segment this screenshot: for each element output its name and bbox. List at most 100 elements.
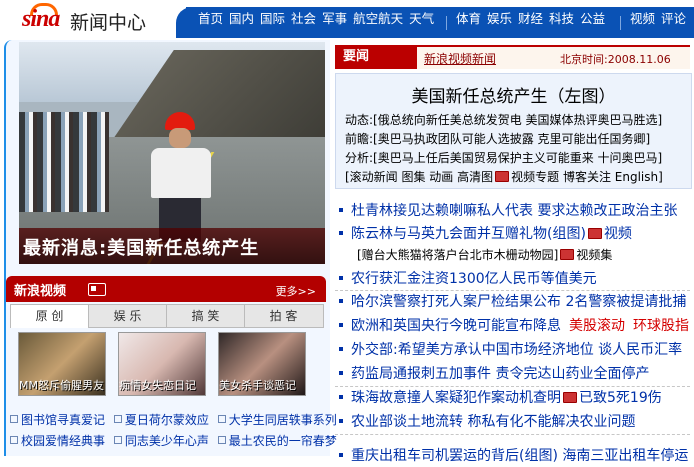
tab-entertainment[interactable]: 娱 乐	[89, 305, 167, 327]
headline-item: 杜青林接见达赖喇嘛私人代表 要求达赖改正政治主张	[335, 200, 690, 222]
nav-item-society[interactable]: 社会	[291, 11, 316, 26]
video-news-link[interactable]: 新浪视频新闻	[424, 50, 496, 67]
bullet-icon	[339, 323, 343, 327]
video-tabs: 原 创 娱 乐 搞 笑 拍 客	[10, 304, 324, 328]
nav-item-aerospace[interactable]: 航空航天	[353, 11, 403, 26]
video-link[interactable]: 视频	[604, 226, 632, 242]
play-icon	[113, 436, 122, 444]
video-section-header: 新浪视频 更多>>	[6, 276, 326, 302]
divider	[335, 434, 690, 436]
bullet-icon	[339, 347, 343, 351]
headline-link[interactable]: 药监局通报刺五加事件 责令完达山药业全面停产	[351, 366, 649, 382]
site-header: sina 新闻中心 首页 国内 国际 社会 军事 航空航天 天气 体育 娱乐 财经 科技 公益 视频…	[0, 0, 694, 38]
play-icon	[217, 436, 226, 444]
headline-link[interactable]: 哈尔滨警察打死人案尸检结果公布 2名警察被提请批捕	[351, 294, 686, 310]
dynamic-line[interactable]: 动态:[俄总统向新任美总统发贺电 美国媒体热评奥巴马胜选]	[345, 111, 690, 128]
analysis-line[interactable]: 分析:[奥巴马上任后美国贸易保护主义可能重来 十问奥巴马]	[345, 149, 690, 166]
nav-item-ent[interactable]: 娱乐	[487, 11, 512, 26]
play-icon	[10, 415, 18, 423]
tv-icon	[88, 283, 106, 296]
tab-paike[interactable]: 拍 客	[245, 305, 322, 327]
related-links[interactable]: [滚动新闻 图集 动画 高清图	[345, 170, 493, 184]
top-story-headline[interactable]: 美国新任总统产生（左图）	[336, 82, 691, 107]
site-section-title[interactable]: 新闻中心	[70, 8, 146, 35]
headline-link[interactable]: 陈云林与马英九会面并互赠礼物(组图)	[351, 226, 586, 242]
video-icon	[563, 392, 577, 403]
headline-item: 重庆出租车司机罢运的背后(组图) 海南三亚出租车停运	[335, 445, 690, 467]
video-link[interactable]: 视频集	[576, 248, 612, 262]
hero-image[interactable]: 最新消息:美国新任总统产生	[19, 42, 325, 264]
related-links[interactable]: 视频专题 博客关注 English]	[511, 170, 663, 184]
headline-link[interactable]: 杜青林接见达赖喇嘛私人代表 要求达赖改正政治主张	[351, 203, 677, 219]
video-link[interactable]: 校园爱情经典事	[21, 434, 105, 448]
headline-item: 农业部谈土地流转 称私有化不能解决农业问题	[335, 411, 690, 433]
video-thumb[interactable]: 痴情女失恋日记	[118, 332, 206, 396]
nav-item-tech[interactable]: 科技	[549, 11, 574, 26]
time-value: 2008.11.06	[607, 53, 671, 66]
time-label: 北京时间:	[560, 53, 608, 66]
nav-group-channels: 体育 娱乐 财经 科技 公益	[456, 8, 611, 27]
nav-group-extra: 视频 评论	[630, 8, 692, 27]
related-links-line: [滚动新闻 图集 动画 高清图 视频专题 博客关注 English]	[345, 168, 690, 185]
headline-item: 农行获汇金注资1300亿人民币等值美元	[335, 268, 690, 290]
video-thumb-caption: 痴情女失恋日记	[119, 379, 196, 392]
tab-top-news[interactable]: 要闻	[335, 45, 417, 69]
bullet-icon	[339, 208, 343, 212]
headline-link[interactable]: 欧洲和英国央行今晚可能宣布降息	[351, 318, 561, 334]
play-icon	[217, 415, 226, 423]
hero-caption[interactable]: 最新消息:美国新任总统产生	[19, 228, 325, 264]
top-story-box: 美国新任总统产生（左图） 动态:[俄总统向新任美总统发贺电 美国媒体热评奥巴马胜…	[335, 73, 692, 189]
nav-item-video[interactable]: 视频	[630, 11, 655, 26]
tab-funny[interactable]: 搞 笑	[167, 305, 245, 327]
video-link[interactable]: 夏日荷尔蒙效应	[125, 413, 209, 427]
video-more-link[interactable]: 更多>>	[276, 283, 316, 299]
play-icon	[113, 415, 122, 423]
bullet-icon	[339, 371, 343, 375]
video-link[interactable]: 图书馆寻真爱记	[21, 413, 105, 427]
video-link[interactable]: 已致5死19伤	[579, 390, 662, 406]
video-thumb-caption: MM怒斥偷腥男友	[19, 379, 104, 392]
headline-link[interactable]: 重庆出租车司机罢运的背后(组图) 海南三亚出租车停运	[351, 448, 688, 464]
video-thumb[interactable]: 美女杀手谈恶记	[218, 332, 306, 396]
video-thumb[interactable]: MM怒斥偷腥男友	[18, 332, 106, 396]
video-icon	[587, 228, 602, 239]
nav-item-home[interactable]: 首页	[198, 11, 223, 26]
headline-link[interactable]: 珠海故意撞人案疑犯作案动机查明	[351, 390, 561, 406]
headline-link[interactable]: 外交部:希望美方承认中国市场经济地位 谈人民币汇率	[351, 342, 682, 358]
logo[interactable]: sina 新闻中心	[0, 0, 196, 38]
video-link[interactable]: 大学生同居轶事系列	[229, 413, 337, 427]
global-index-link[interactable]: 环球股指	[633, 318, 689, 334]
us-stocks-link[interactable]: 美股滚动	[569, 318, 625, 334]
bullet-icon	[339, 231, 343, 235]
video-list-row: 校园爱情经典事 同志美少年心声 最土农民的一帘春梦	[10, 432, 337, 450]
bullet-icon	[339, 299, 343, 303]
nav-item-domestic[interactable]: 国内	[229, 11, 254, 26]
headline-link[interactable]: 农行获汇金注资1300亿人民币等值美元	[351, 271, 597, 287]
video-link[interactable]: 最土农民的一帘春梦	[229, 434, 337, 448]
video-icon	[495, 171, 510, 182]
nav-item-finance[interactable]: 财经	[518, 11, 543, 26]
video-link[interactable]: 同志美少年心声	[125, 434, 209, 448]
video-thumbnails: MM怒斥偷腥男友 痴情女失恋日记 美女杀手谈恶记	[18, 332, 318, 398]
hero-caption-text: 最新消息:美国新任总统产生	[23, 238, 260, 259]
headline-item: 陈云林与马英九会面并互赠礼物(组图) 视频	[335, 223, 690, 245]
headline-link[interactable]: 农业部谈土地流转 称私有化不能解决农业问题	[351, 414, 635, 430]
nav-item-comment[interactable]: 评论	[661, 11, 686, 26]
nav-item-weather[interactable]: 天气	[409, 11, 434, 26]
headline-item: 外交部:希望美方承认中国市场经济地位 谈人民币汇率	[335, 339, 690, 361]
video-thumb-caption: 美女杀手谈恶记	[219, 379, 296, 392]
headline-sub-link[interactable]: [赠台大熊猫将落户台北市木栅动物园]	[357, 248, 558, 262]
headline-item: 药监局通报刺五加事件 责令完达山药业全面停产	[335, 363, 690, 385]
tab-original[interactable]: 原 创	[11, 305, 89, 328]
bullet-icon	[339, 276, 343, 280]
outlook-line[interactable]: 前瞻:[奥巴马执政团队可能人选披露 克里可能出任国务卿]	[345, 130, 690, 147]
video-section-title[interactable]: 新浪视频	[14, 280, 66, 299]
nav-item-charity[interactable]: 公益	[580, 11, 605, 26]
video-icon	[560, 249, 575, 260]
headline-item: 哈尔滨警察打死人案尸检结果公布 2名警察被提请批捕	[335, 291, 690, 313]
nav-item-sports[interactable]: 体育	[456, 11, 481, 26]
nav-item-international[interactable]: 国际	[260, 11, 285, 26]
hero-person	[147, 112, 215, 242]
nav-item-military[interactable]: 军事	[322, 11, 347, 26]
headline-item: 欧洲和英国央行今晚可能宣布降息 美股滚动 环球股指	[335, 315, 690, 337]
